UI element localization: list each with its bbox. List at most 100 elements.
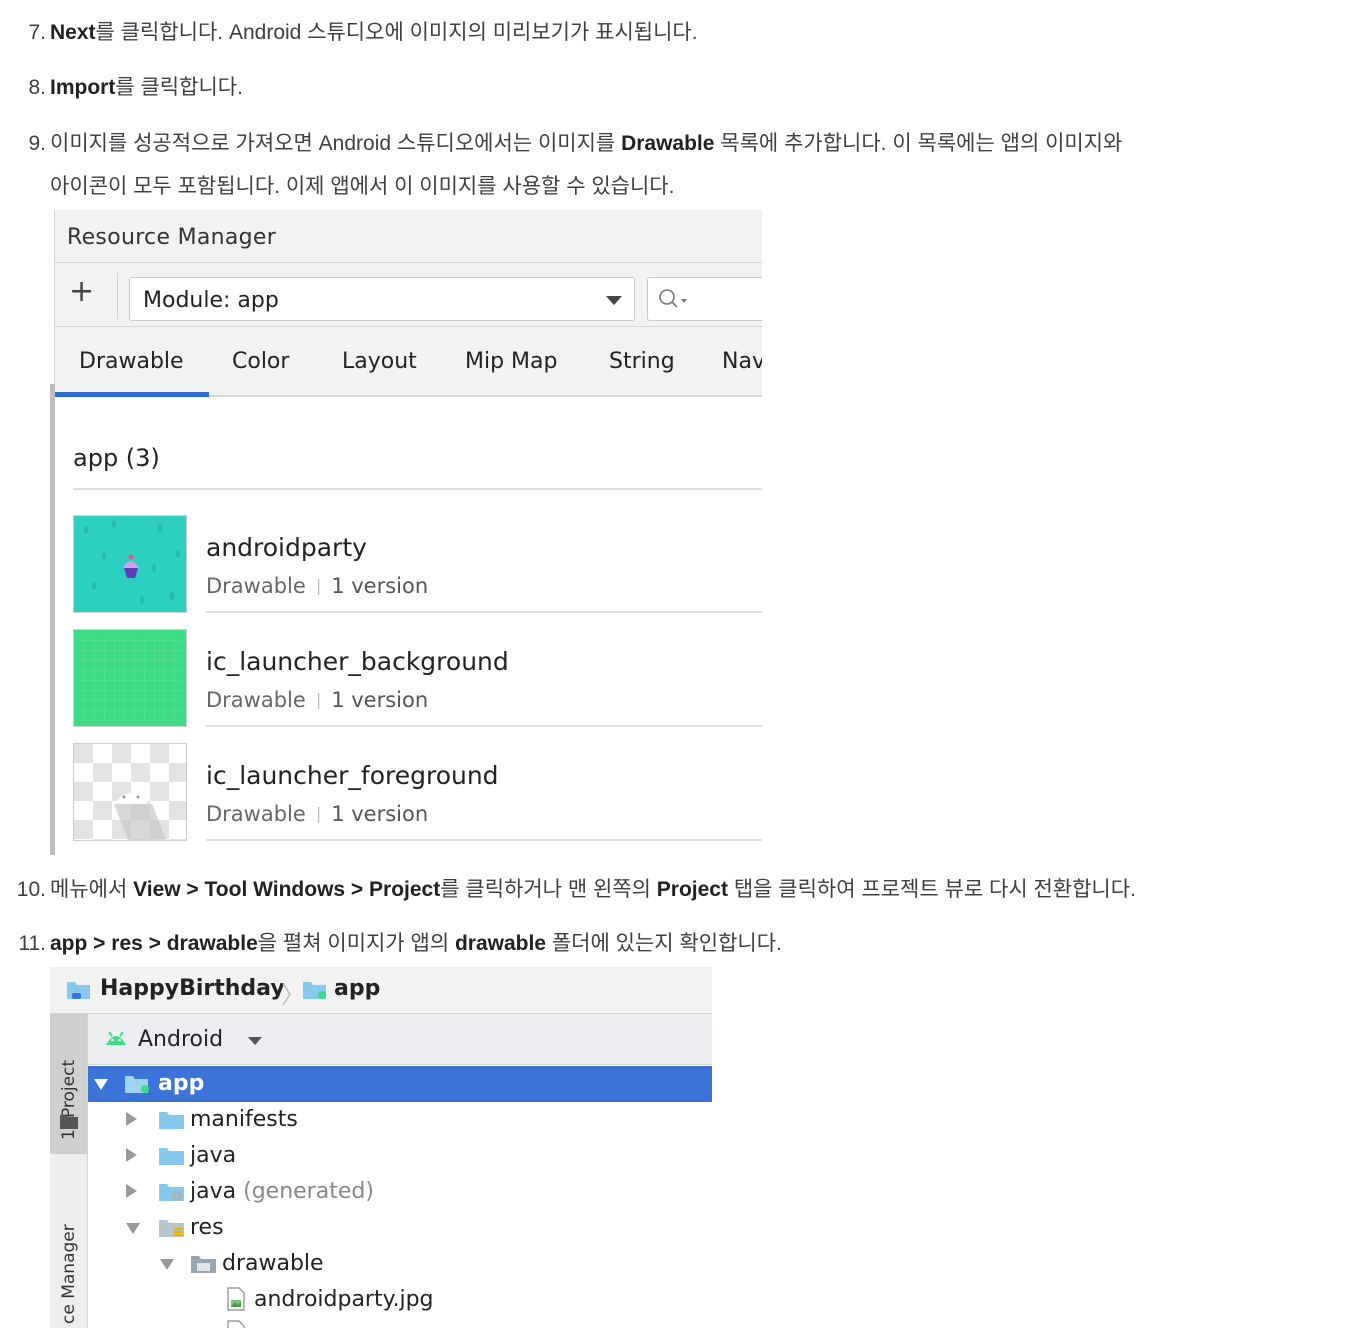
resource-type: Drawable: [206, 802, 306, 826]
step-number: 8.: [28, 76, 46, 99]
expand-arrow-icon[interactable]: [126, 1112, 137, 1126]
tab-drawable[interactable]: Drawable: [79, 349, 184, 374]
resource-item-ic-launcher-background[interactable]: ic_launcher_background Drawable | 1 versio…: [73, 629, 762, 743]
breadcrumb: HappyBirthday 〉 app: [50, 967, 712, 1014]
step-text: 이미지를 성공적으로 가져오면 Android 스튜디오에서는 이미지를: [50, 132, 622, 155]
tree-item-name: java: [190, 1179, 237, 1204]
resource-meta: Drawable | 1 version: [206, 688, 428, 712]
meta-separator: |: [315, 576, 322, 595]
step-bold: Drawable: [621, 132, 715, 155]
search-input[interactable]: [647, 277, 762, 321]
step-text: 를 클릭하거나 맨 왼쪽의: [440, 878, 657, 901]
tree-item-suffix: (generated): [243, 1179, 374, 1204]
chevron-down-icon: [606, 296, 622, 305]
resource-meta: Drawable | 1 version: [206, 802, 428, 826]
tree-item-label: java: [190, 1143, 237, 1168]
step-text: 목록에 추가합니다. 이 목록에는 앱의 이미지와: [714, 132, 1123, 155]
tree-item-java[interactable]: java: [88, 1138, 712, 1174]
android-icon: [106, 1031, 126, 1045]
group-divider: [73, 488, 762, 490]
image-file-icon: [227, 1287, 245, 1311]
toolbar-divider: [117, 273, 118, 319]
tree-item-app[interactable]: app: [88, 1066, 712, 1102]
step-10: 10. 메뉴에서 View > Tool Windows > Project를 클…: [17, 878, 1136, 901]
ic-launcher-background-thumbnail: [73, 629, 187, 727]
step-text: 를 클릭합니다. Android 스튜디오에 이미지의 미리보기가 표시됩니다.: [95, 21, 698, 44]
step-number: 10.: [16, 878, 46, 901]
step-number: 9.: [28, 132, 46, 155]
step-bold: drawable: [454, 932, 547, 955]
folder-icon: [60, 1115, 78, 1129]
project-view-selector[interactable]: Android: [138, 1027, 223, 1052]
step-bold: View > Tool Windows > Project: [133, 878, 441, 901]
resource-version-count: 1 version: [331, 574, 429, 598]
step-text: 를 클릭합니다.: [115, 76, 243, 99]
tab-color[interactable]: Color: [232, 349, 289, 374]
step-9-line2: 아이콘이 모두 포함됩니다. 이제 앱에서 이 이미지를 사용할 수 있습니다.: [50, 176, 674, 198]
step-bold: Project: [656, 878, 728, 901]
step-11: 11. app > res > drawable을 펼쳐 이미지가 앱의 draw…: [18, 932, 782, 955]
tree-item-androidparty-jpg[interactable]: androidparty.jpg: [88, 1282, 712, 1318]
search-icon: [659, 289, 687, 308]
breadcrumb-project[interactable]: HappyBirthday: [100, 976, 285, 1001]
step-text: 폴더에 있는지 확인합니다.: [546, 932, 782, 955]
step-8: 8. Import를 클릭합니다.: [28, 76, 243, 99]
tree-item-label: drawable: [222, 1251, 324, 1276]
resource-meta: Drawable | 1 version: [206, 574, 428, 598]
expand-arrow-icon[interactable]: [126, 1184, 137, 1198]
resource-type: Drawable: [206, 574, 306, 598]
add-resource-button[interactable]: +: [69, 275, 94, 309]
tool-window-strip: 1: Project ce Manager: [50, 1014, 88, 1328]
project-view-header: Android: [88, 1014, 712, 1065]
expand-arrow-icon[interactable]: [160, 1259, 174, 1270]
tab-layout[interactable]: Layout: [342, 349, 417, 374]
tree-item-java-generated[interactable]: java (generated): [88, 1174, 712, 1210]
tree-item-label: java (generated): [190, 1179, 374, 1204]
tree-item-label: androidparty.jpg: [254, 1287, 434, 1312]
tree-item-label: res: [190, 1215, 224, 1240]
step-text: 아이콘이 모두 포함됩니다. 이제 앱에서 이 이미지를 사용할 수 있습니다.: [50, 175, 675, 198]
tree-item-res[interactable]: res: [88, 1210, 712, 1246]
step-bold: Import: [50, 76, 116, 99]
image-file-icon: [227, 1320, 245, 1328]
item-divider: [206, 725, 762, 727]
module-folder-icon: [125, 1076, 149, 1093]
tree-item-label: manifests: [190, 1107, 298, 1132]
chevron-down-icon[interactable]: [248, 1037, 262, 1045]
resource-version-count: 1 version: [331, 688, 429, 712]
tree-item-manifests[interactable]: manifests: [88, 1102, 712, 1138]
breadcrumb-module[interactable]: app: [334, 976, 380, 1001]
item-divider: [206, 839, 762, 841]
resource-name: ic_launcher_foreground: [206, 761, 499, 790]
folder-icon: [159, 1148, 184, 1165]
expand-arrow-icon[interactable]: [94, 1079, 108, 1090]
expand-arrow-icon[interactable]: [126, 1223, 140, 1234]
resource-type-tabs: Drawable Color Layout Mip Map String Nav: [55, 327, 762, 397]
androidparty-thumbnail: [73, 515, 187, 613]
ic-launcher-foreground-thumbnail: [73, 743, 187, 841]
generated-folder-icon: [159, 1184, 184, 1201]
folder-icon: [159, 1112, 184, 1129]
tree-item-drawable[interactable]: drawable: [88, 1246, 712, 1282]
meta-separator: |: [315, 690, 322, 709]
resource-name: ic_launcher_background: [206, 647, 509, 676]
tab-mip-map[interactable]: Mip Map: [465, 349, 557, 374]
resource-manager-panel: Resource Manager + Module: app Drawable …: [50, 210, 762, 855]
resource-version-count: 1 version: [331, 802, 429, 826]
module-dropdown[interactable]: Module: app: [129, 277, 635, 321]
meta-separator: |: [315, 804, 322, 823]
tab-string[interactable]: String: [609, 349, 675, 374]
tab-navigation[interactable]: Nav: [722, 349, 762, 374]
tree-item-label: app: [158, 1071, 205, 1096]
resource-item-androidparty[interactable]: androidparty Drawable | 1 version: [73, 515, 762, 629]
folder-icon: [191, 1256, 216, 1273]
expand-arrow-icon[interactable]: [126, 1148, 137, 1162]
resource-name: androidparty: [206, 533, 367, 562]
tab-resource-manager[interactable]: ce Manager: [59, 1224, 79, 1324]
step-number: 7.: [28, 21, 46, 44]
resource-manager-title: Resource Manager: [67, 225, 277, 250]
resource-type: Drawable: [206, 688, 306, 712]
resource-item-ic-launcher-foreground[interactable]: ic_launcher_foreground Drawable | 1 versio…: [73, 743, 762, 855]
resource-manager-toolbar: + Module: app: [55, 263, 762, 327]
resource-group-label: app (3): [73, 444, 160, 472]
